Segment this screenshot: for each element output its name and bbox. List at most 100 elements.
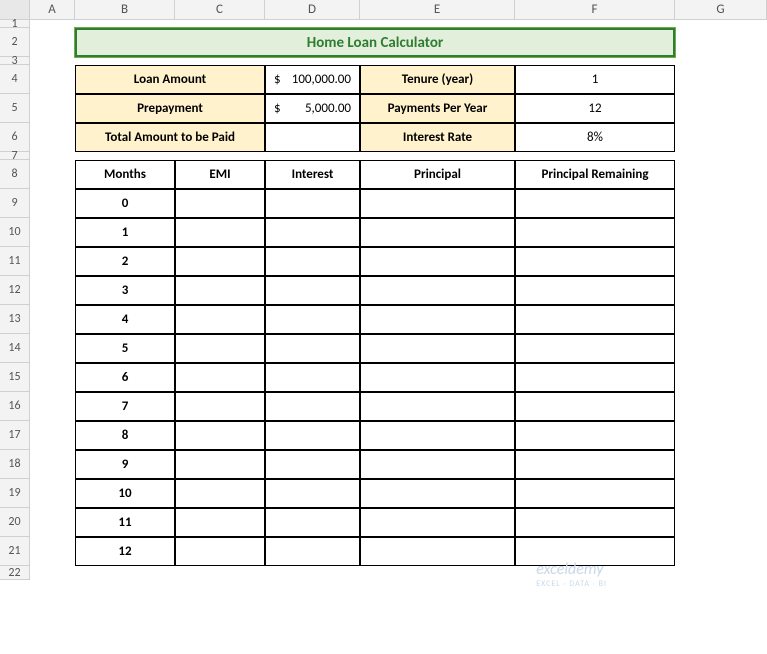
row-header-15[interactable]: 15 bbox=[0, 363, 30, 392]
month-cell[interactable]: 0 bbox=[75, 189, 175, 218]
row-header-1[interactable]: 1 bbox=[0, 20, 30, 28]
tenure-cell[interactable]: 1 bbox=[515, 65, 675, 94]
col-header-e[interactable]: E bbox=[360, 0, 515, 20]
emi-cell[interactable] bbox=[175, 479, 265, 508]
interest-cell[interactable] bbox=[265, 334, 360, 363]
emi-cell[interactable] bbox=[175, 392, 265, 421]
principal-cell[interactable] bbox=[360, 450, 515, 479]
remaining-cell[interactable] bbox=[515, 421, 675, 450]
principal-cell[interactable] bbox=[360, 218, 515, 247]
emi-cell[interactable] bbox=[175, 305, 265, 334]
remaining-cell[interactable] bbox=[515, 247, 675, 276]
month-cell[interactable]: 1 bbox=[75, 218, 175, 247]
principal-cell[interactable] bbox=[360, 392, 515, 421]
interest-cell[interactable] bbox=[265, 218, 360, 247]
col-header-f[interactable]: F bbox=[515, 0, 675, 20]
ppy-cell[interactable]: 12 bbox=[515, 94, 675, 123]
row-header-8[interactable]: 8 bbox=[0, 160, 30, 189]
row-header-4[interactable]: 4 bbox=[0, 65, 30, 94]
row-header-22[interactable]: 22 bbox=[0, 566, 30, 580]
month-cell[interactable]: 11 bbox=[75, 508, 175, 537]
principal-cell[interactable] bbox=[360, 479, 515, 508]
rate-cell[interactable]: 8% bbox=[515, 123, 675, 152]
row-header-17[interactable]: 17 bbox=[0, 421, 30, 450]
principal-cell[interactable] bbox=[360, 363, 515, 392]
month-cell[interactable]: 5 bbox=[75, 334, 175, 363]
remaining-cell[interactable] bbox=[515, 537, 675, 566]
interest-cell[interactable] bbox=[265, 363, 360, 392]
remaining-cell[interactable] bbox=[515, 450, 675, 479]
emi-cell[interactable] bbox=[175, 189, 265, 218]
principal-cell[interactable] bbox=[360, 305, 515, 334]
col-header-a[interactable]: A bbox=[30, 0, 75, 20]
emi-cell[interactable] bbox=[175, 537, 265, 566]
page-title[interactable]: Home Loan Calculator bbox=[75, 28, 675, 57]
interest-cell[interactable] bbox=[265, 247, 360, 276]
col-header-g[interactable]: G bbox=[675, 0, 767, 20]
interest-cell[interactable] bbox=[265, 276, 360, 305]
emi-cell[interactable] bbox=[175, 218, 265, 247]
month-cell[interactable]: 10 bbox=[75, 479, 175, 508]
row-header-13[interactable]: 13 bbox=[0, 305, 30, 334]
table-header-row: Months EMI Interest Principal Principal … bbox=[75, 160, 675, 189]
remaining-cell[interactable] bbox=[515, 508, 675, 537]
interest-cell[interactable] bbox=[265, 479, 360, 508]
principal-cell[interactable] bbox=[360, 334, 515, 363]
col-header-b[interactable]: B bbox=[75, 0, 175, 20]
row-header-18[interactable]: 18 bbox=[0, 450, 30, 479]
row-header-10[interactable]: 10 bbox=[0, 218, 30, 247]
month-cell[interactable]: 9 bbox=[75, 450, 175, 479]
emi-cell[interactable] bbox=[175, 450, 265, 479]
emi-cell[interactable] bbox=[175, 247, 265, 276]
month-cell[interactable]: 2 bbox=[75, 247, 175, 276]
remaining-cell[interactable] bbox=[515, 305, 675, 334]
row-header-11[interactable]: 11 bbox=[0, 247, 30, 276]
row-header-12[interactable]: 12 bbox=[0, 276, 30, 305]
col-header-c[interactable]: C bbox=[175, 0, 265, 20]
emi-cell[interactable] bbox=[175, 363, 265, 392]
row-header-19[interactable]: 19 bbox=[0, 479, 30, 508]
emi-cell[interactable] bbox=[175, 276, 265, 305]
remaining-cell[interactable] bbox=[515, 218, 675, 247]
row-header-7[interactable]: 7 bbox=[0, 152, 30, 160]
interest-cell[interactable] bbox=[265, 189, 360, 218]
emi-cell[interactable] bbox=[175, 508, 265, 537]
prepayment-cell[interactable]: $ 5,000.00 bbox=[265, 94, 360, 123]
remaining-cell[interactable] bbox=[515, 479, 675, 508]
principal-cell[interactable] bbox=[360, 508, 515, 537]
row-header-9[interactable]: 9 bbox=[0, 189, 30, 218]
row-header-14[interactable]: 14 bbox=[0, 334, 30, 363]
month-cell[interactable]: 3 bbox=[75, 276, 175, 305]
row-header-20[interactable]: 20 bbox=[0, 508, 30, 537]
col-header-d[interactable]: D bbox=[265, 0, 360, 20]
row-header-16[interactable]: 16 bbox=[0, 392, 30, 421]
remaining-cell[interactable] bbox=[515, 392, 675, 421]
interest-cell[interactable] bbox=[265, 305, 360, 334]
month-cell[interactable]: 12 bbox=[75, 537, 175, 566]
emi-cell[interactable] bbox=[175, 421, 265, 450]
remaining-cell[interactable] bbox=[515, 276, 675, 305]
principal-cell[interactable] bbox=[360, 276, 515, 305]
month-cell[interactable]: 7 bbox=[75, 392, 175, 421]
principal-cell[interactable] bbox=[360, 189, 515, 218]
loan-amount-cell[interactable]: $ 100,000.00 bbox=[265, 65, 360, 94]
principal-cell[interactable] bbox=[360, 537, 515, 566]
row-header-3[interactable]: 3 bbox=[0, 57, 30, 65]
principal-cell[interactable] bbox=[360, 247, 515, 276]
remaining-cell[interactable] bbox=[515, 334, 675, 363]
row-header-21[interactable]: 21 bbox=[0, 537, 30, 566]
total-cell[interactable] bbox=[265, 123, 360, 152]
principal-cell[interactable] bbox=[360, 421, 515, 450]
interest-cell[interactable] bbox=[265, 450, 360, 479]
interest-cell[interactable] bbox=[265, 508, 360, 537]
month-cell[interactable]: 4 bbox=[75, 305, 175, 334]
remaining-cell[interactable] bbox=[515, 189, 675, 218]
row-header-5[interactable]: 5 bbox=[0, 94, 30, 123]
interest-cell[interactable] bbox=[265, 392, 360, 421]
interest-cell[interactable] bbox=[265, 421, 360, 450]
remaining-cell[interactable] bbox=[515, 363, 675, 392]
month-cell[interactable]: 8 bbox=[75, 421, 175, 450]
emi-cell[interactable] bbox=[175, 334, 265, 363]
interest-cell[interactable] bbox=[265, 537, 360, 566]
month-cell[interactable]: 6 bbox=[75, 363, 175, 392]
